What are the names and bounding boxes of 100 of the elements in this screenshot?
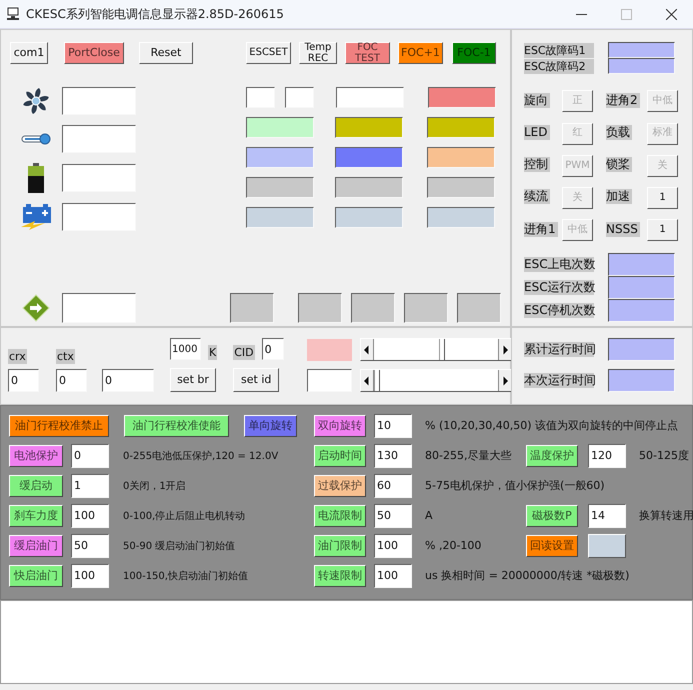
input-field[interactable] [62, 125, 136, 153]
setting-label: 进角1 [524, 222, 558, 237]
setting-label: 进角2 [606, 92, 640, 108]
input-field[interactable]: 0 [56, 369, 87, 392]
runtime-field [608, 369, 675, 392]
input-field[interactable] [62, 87, 136, 115]
parameter-button[interactable]: 刹车力度 [9, 504, 63, 526]
battery-charge-icon [19, 203, 53, 231]
setting-label: 加速 [606, 189, 632, 204]
input-field[interactable]: 50 [374, 504, 412, 528]
counter-label: ESC运行次数 [524, 280, 594, 296]
parameter-button[interactable]: 磁极数P [526, 504, 578, 526]
setting-button[interactable]: 1 [647, 187, 678, 209]
parameter-hint: 80-255,尽量大些 [425, 448, 512, 463]
parameter-button[interactable]: 双向旋转 [314, 414, 366, 436]
setting-button[interactable]: 1 [647, 219, 678, 242]
parameter-button[interactable]: 缓启油门 [9, 534, 63, 556]
toolbar-button[interactable]: Reset [139, 42, 193, 64]
counter-field [608, 253, 675, 276]
baud-field[interactable]: 1000 [170, 338, 201, 360]
slider[interactable] [360, 338, 512, 361]
parameter-button[interactable]: 油门限制 [314, 534, 366, 556]
toolbar-button[interactable]: Temp REC [299, 42, 337, 64]
parameter-hint: 换算转速用 [639, 508, 693, 523]
input-field[interactable]: 100 [71, 504, 109, 528]
input-field[interactable]: 60 [374, 474, 412, 498]
setting-label: NSSS [606, 222, 640, 237]
input-field[interactable]: 100 [374, 564, 412, 588]
cid-label: CID [233, 345, 255, 360]
ctx-label: ctx [56, 349, 75, 364]
parameter-button[interactable]: 过载保护 [314, 474, 366, 496]
cid-field[interactable]: 0 [262, 338, 284, 360]
fault-code-field [608, 42, 675, 58]
thermometer-icon [21, 132, 51, 146]
slider-thumb[interactable] [439, 339, 446, 360]
input-field[interactable]: 14 [588, 504, 626, 528]
parameter-button[interactable]: 回读设置 [526, 534, 578, 556]
parameter-hint: % ,20-100 [425, 539, 482, 552]
parameter-button[interactable]: 缓启动 [9, 474, 63, 496]
slider[interactable] [360, 369, 512, 392]
counter-label: ESC上电次数 [524, 257, 594, 272]
input-field[interactable] [62, 203, 136, 231]
parameter-hint: 0-100,停止后阻止电机转动 [123, 510, 246, 522]
parameter-hint: A [425, 509, 434, 522]
input-field[interactable]: 1 [71, 474, 109, 498]
battery-icon [27, 163, 45, 193]
setting-label: 续流 [524, 189, 550, 204]
input-field[interactable]: 10 [374, 414, 412, 438]
setting-label: 锁桨 [606, 157, 632, 172]
input-field[interactable] [62, 164, 136, 192]
toolbar-button[interactable]: FOC TEST [345, 42, 390, 64]
input-field[interactable]: 0 [102, 369, 154, 392]
counter-field [608, 299, 675, 322]
unit-label: K [208, 345, 218, 360]
set-button[interactable]: set id [233, 368, 280, 392]
log-area[interactable] [0, 600, 693, 684]
toolbar-button[interactable]: PortClose [64, 42, 124, 64]
set-button[interactable]: set br [170, 368, 216, 392]
fault-code-field [608, 58, 675, 74]
toolbar-button[interactable]: FOC+1 [398, 42, 443, 64]
slider-thumb[interactable] [374, 370, 380, 391]
input-field[interactable]: 120 [588, 444, 626, 468]
input-field[interactable]: 130 [374, 444, 412, 468]
counter-label: ESC停机次数 [524, 303, 594, 318]
input-field[interactable]: 100 [374, 534, 412, 558]
close-icon[interactable] [666, 8, 677, 20]
toolbar-button[interactable]: com1 [10, 42, 48, 64]
parameter-button[interactable]: 快启油门 [9, 564, 63, 586]
input-field[interactable]: 0 [71, 444, 109, 468]
input-field[interactable]: 50 [71, 534, 109, 558]
parameter-hint: us 换相时间 = 20000000/转速 *磁极数) [425, 568, 630, 583]
parameter-hint: % (10,20,30,40,50) 该值为双向旋转的中间停止点 [425, 418, 678, 433]
parameter-button[interactable]: 启动时间 [314, 444, 366, 466]
parameter-hint: 50-90 缓启动油门初始值 [123, 540, 236, 552]
runtime-field [608, 338, 675, 361]
fault-code-label: ESC故障码1 [524, 42, 594, 58]
input-field[interactable]: 100 [71, 564, 109, 588]
parameter-button[interactable]: 温度保护 [526, 444, 578, 466]
runtime-label: 累计运行时间 [524, 342, 594, 357]
computer-icon [6, 7, 20, 21]
fault-code-label: ESC故障码2 [524, 58, 594, 74]
counter-field [608, 276, 675, 300]
runtime-label: 本次运行时间 [524, 373, 594, 388]
parameter-button[interactable]: 转速限制 [314, 564, 366, 586]
window-title: CKESC系列智能电调信息显示器2.85D-260615 [26, 6, 284, 22]
calibration-button[interactable]: 油门行程校准使能 [124, 414, 229, 436]
parameter-button[interactable]: 电流限制 [314, 504, 366, 526]
calibration-button[interactable]: 单向旋转 [244, 414, 297, 436]
readback-field [588, 534, 626, 558]
parameter-hint: 50-125度 [639, 448, 689, 463]
input-field[interactable]: 0 [8, 369, 39, 392]
arrow-icon [22, 294, 50, 322]
parameter-button[interactable]: 电池保护 [9, 444, 63, 466]
input-field[interactable] [62, 293, 136, 323]
input-field[interactable] [306, 369, 352, 392]
parameter-hint: 0-255电池低压保护,120 = 12.0V [123, 450, 278, 462]
calibration-button[interactable]: 油门行程校准禁止 [9, 414, 109, 436]
toolbar-button[interactable]: ESCSET [246, 42, 291, 64]
parameter-hint: 5-75电机保护，值小保护强(一般60) [425, 478, 605, 493]
setting-label: 控制 [524, 157, 550, 172]
